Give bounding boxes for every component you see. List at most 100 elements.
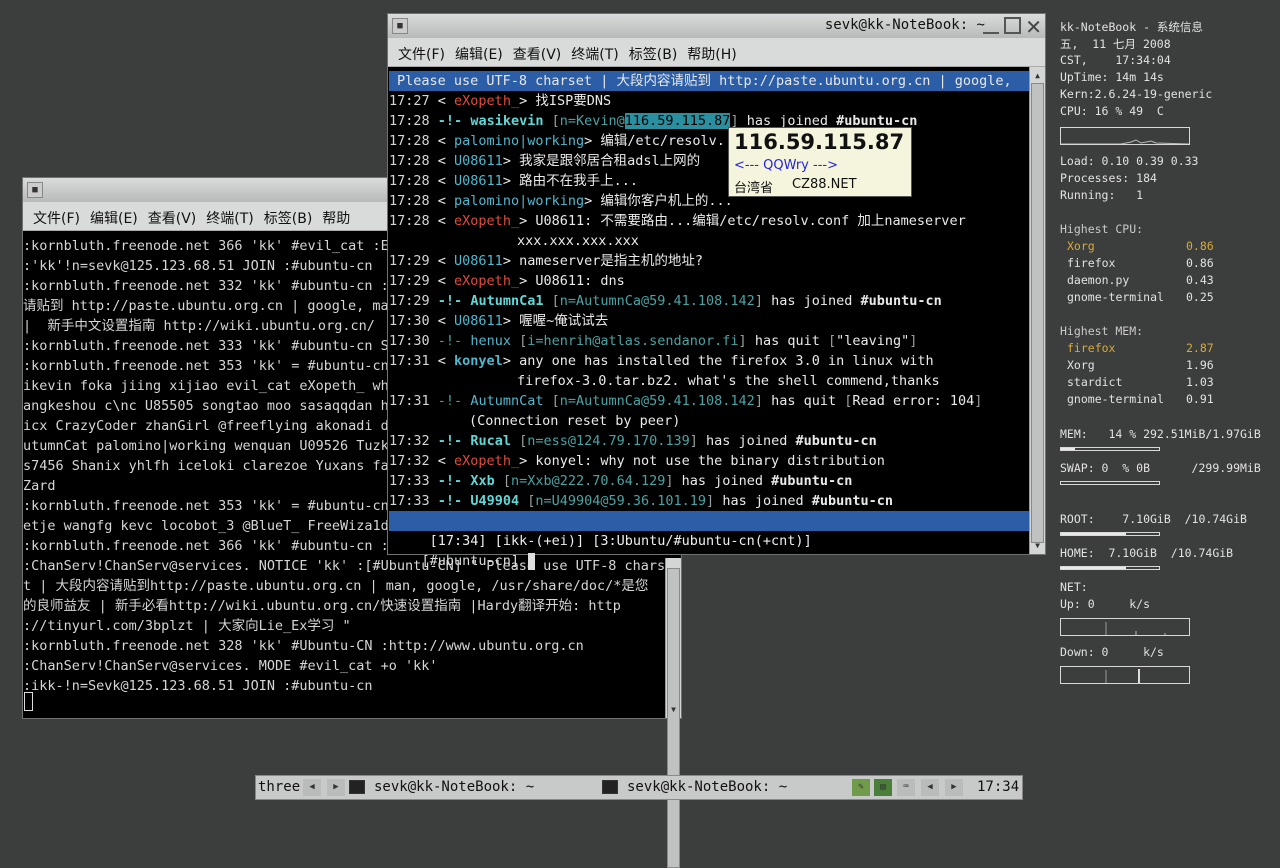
message-text: 路由不在我手上...: [519, 173, 638, 189]
tray-keyboard-icon[interactable]: ⌨: [897, 779, 915, 796]
message-text: 编辑/etc/resolv.: [600, 133, 725, 149]
message-nick: eXopeth_: [454, 273, 520, 289]
tooltip-qqwry-link[interactable]: <--- QQWry --->: [734, 158, 838, 173]
event-host: i=henrih@atlas.sendanor.fi: [527, 333, 739, 349]
window-title: sevk@kk-NoteBook: ~: [824, 17, 985, 33]
irc-message: 17:29 -!- AutumnCa1 [n=AutumnCa@59.41.10…: [389, 293, 942, 309]
process-value: 0.43: [1186, 273, 1214, 287]
highest-cpu-label: Highest CPU:: [1060, 222, 1144, 236]
irc-message-log[interactable]: 17:27 < eXopeth_> 找ISP要DNS 17:28 -!- wasi…: [389, 91, 1029, 511]
message-time: 17:28: [389, 113, 430, 129]
menu-tabs[interactable]: 标签(B): [624, 38, 683, 64]
event-nick: henux: [470, 333, 511, 349]
sysinfo-title: kk-NoteBook - 系统信息: [1060, 20, 1203, 34]
window-menu-icon[interactable]: ■: [392, 18, 408, 34]
process-value: 1.03: [1186, 375, 1214, 389]
message-nick: U08611: [454, 253, 503, 269]
message-time: 17:28: [389, 133, 430, 149]
menu-terminal[interactable]: 终端(T): [566, 38, 623, 64]
workspace-next-icon[interactable]: ▶: [327, 779, 345, 796]
message-time: 17:32: [389, 453, 430, 469]
window-menu-icon[interactable]: ■: [27, 182, 43, 198]
scroll-up-icon[interactable]: ▲: [1031, 69, 1044, 82]
irc-message-continuation: xxx.xxx.xxx.xxx: [517, 233, 639, 249]
terminal-line: :ChanServ!ChanServ@services. NOTICE 'kk'…: [23, 558, 665, 574]
process-value: 0.86: [1186, 239, 1214, 253]
sysinfo-swap: SWAP: 0 % 0B /299.99MiB: [1060, 461, 1261, 475]
maximize-icon[interactable]: [1004, 17, 1021, 34]
tray-next-icon[interactable]: ▶: [945, 779, 963, 796]
event-channel: #ubuntu-cn: [771, 473, 853, 489]
taskbar-task-2[interactable]: sevk@kk-NoteBook: ~: [602, 776, 850, 799]
menu-file[interactable]: 文件(F): [388, 38, 450, 64]
irc-message: 17:28 < U08611> 我家是跟邻居合租adsl上网的: [389, 153, 701, 169]
front-terminal-window[interactable]: ■ sevk@kk-NoteBook: ~ ✕ 文件(F) 编辑(E) 查看(V) 终…: [387, 13, 1046, 570]
message-nick: eXopeth_: [454, 213, 520, 229]
irc-input-line[interactable]: [#ubuntu-cn]: [389, 531, 1029, 570]
event-nick: AutumnCat: [470, 393, 544, 409]
front-scrollbar[interactable]: ▲ ▼: [1029, 67, 1045, 554]
tray-prev-icon[interactable]: ◀: [921, 779, 939, 796]
irc-message: 17:29 < eXopeth_> U08611: dns: [389, 273, 625, 289]
terminal-line: t | 大段内容请贴到http://paste.ubuntu.org.cn | …: [23, 578, 649, 594]
quit-reason: Read error: 104: [852, 393, 975, 409]
tray-network-icon[interactable]: ▤: [874, 779, 892, 796]
message-time: 17:31: [389, 393, 430, 409]
event-host: n=Kevin@: [559, 113, 625, 129]
minimize-icon[interactable]: [983, 18, 999, 34]
taskbar: three ◀ ▶ sevk@kk-NoteBook: ~ sevk@kk-No…: [255, 775, 1023, 800]
sysinfo-up: Up: 0 k/s: [1060, 597, 1151, 611]
sysinfo-home: HOME: 7.10GiB /10.74GiB: [1060, 546, 1234, 560]
topic-bar: Please use UTF-8 charset | 大段内容请贴到 http:…: [389, 71, 1029, 91]
event-nick: Xxb: [470, 473, 495, 489]
scrollbar-thumb[interactable]: [1031, 83, 1044, 543]
scroll-down-icon[interactable]: ▼: [1031, 539, 1044, 552]
message-nick: U08611: [454, 153, 503, 169]
close-icon[interactable]: ✕: [1025, 15, 1042, 39]
menu-view[interactable]: 查看(V): [143, 202, 202, 228]
menu-edit[interactable]: 编辑(E): [85, 202, 143, 228]
event-nick: Rucal: [470, 433, 511, 449]
irc-message: 17:30 < U08611> 喔喔~俺试试去: [389, 313, 609, 329]
message-text: U08611: dns: [535, 273, 625, 289]
message-nick: eXopeth_: [454, 93, 520, 109]
message-time: 17:33: [389, 473, 430, 489]
sysinfo-down: Down: 0 k/s: [1060, 645, 1164, 659]
event-host: n=U49904@59.36.101.19: [535, 493, 707, 509]
message-time: 17:30: [389, 333, 430, 349]
scrollbar-thumb[interactable]: [667, 568, 680, 868]
message-text: 编辑你客户机上的...: [600, 193, 733, 209]
taskbar-task-1[interactable]: sevk@kk-NoteBook: ~: [349, 776, 597, 799]
menu-edit[interactable]: 编辑(E): [450, 38, 508, 64]
sysinfo-root: ROOT: 7.10GiB /10.74GiB: [1060, 512, 1247, 526]
message-time: 17:28: [389, 213, 430, 229]
menu-help[interactable]: 帮助(H): [682, 38, 741, 64]
tray-dictionary-icon[interactable]: ✎: [852, 779, 870, 796]
scroll-down-icon[interactable]: ▼: [667, 703, 680, 716]
message-time: 17:29: [389, 253, 430, 269]
input-cursor: [528, 552, 536, 570]
irc-message: 17:27 < eXopeth_> 找ISP要DNS: [389, 93, 612, 109]
taskbar-clock[interactable]: 17:34: [977, 776, 1019, 799]
sysinfo-net: NET:: [1060, 580, 1088, 594]
quit-reason: "leaving": [836, 333, 910, 349]
menu-view[interactable]: 查看(V): [508, 38, 567, 64]
irc-message: 17:31 -!- AutumnCat [n=AutumnCa@59.41.10…: [389, 393, 983, 409]
sysinfo-running: Running: 1: [1060, 188, 1144, 202]
menu-tabs[interactable]: 标签(B): [259, 202, 318, 228]
workspace-switcher[interactable]: three: [258, 776, 300, 799]
back-scrollbar[interactable]: ▼: [665, 558, 681, 868]
terminal-cursor: [24, 692, 33, 711]
workspace-prev-icon[interactable]: ◀: [303, 779, 321, 796]
menu-terminal[interactable]: 终端(T): [201, 202, 258, 228]
menu-help[interactable]: 帮助: [317, 202, 355, 228]
irc-message-continuation: (Connection reset by peer): [469, 413, 681, 429]
process-value: 0.91: [1186, 392, 1214, 406]
menu-file[interactable]: 文件(F): [23, 202, 85, 228]
message-text: any one has installed the firefox 3.0 in…: [519, 353, 934, 369]
net-down-graph: [1060, 666, 1190, 684]
irc-message: 17:28 < palomino|working> 编辑/etc/resolv.: [389, 133, 725, 149]
message-nick: eXopeth_: [454, 453, 520, 469]
front-window-titlebar[interactable]: ■ sevk@kk-NoteBook: ~ ✕: [388, 14, 1045, 39]
sysinfo-date: 五, 11 七月 2008: [1060, 37, 1171, 51]
